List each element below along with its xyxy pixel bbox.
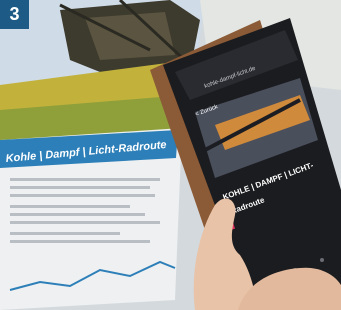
photo-scene: kohle-dampf-licht.de < Zurück KOHLE | DA… [0,0,341,310]
photo: kohle-dampf-licht.de < Zurück KOHLE | DA… [0,0,341,310]
excavator-detail [85,12,175,60]
step-number-badge: 3 [0,0,29,29]
